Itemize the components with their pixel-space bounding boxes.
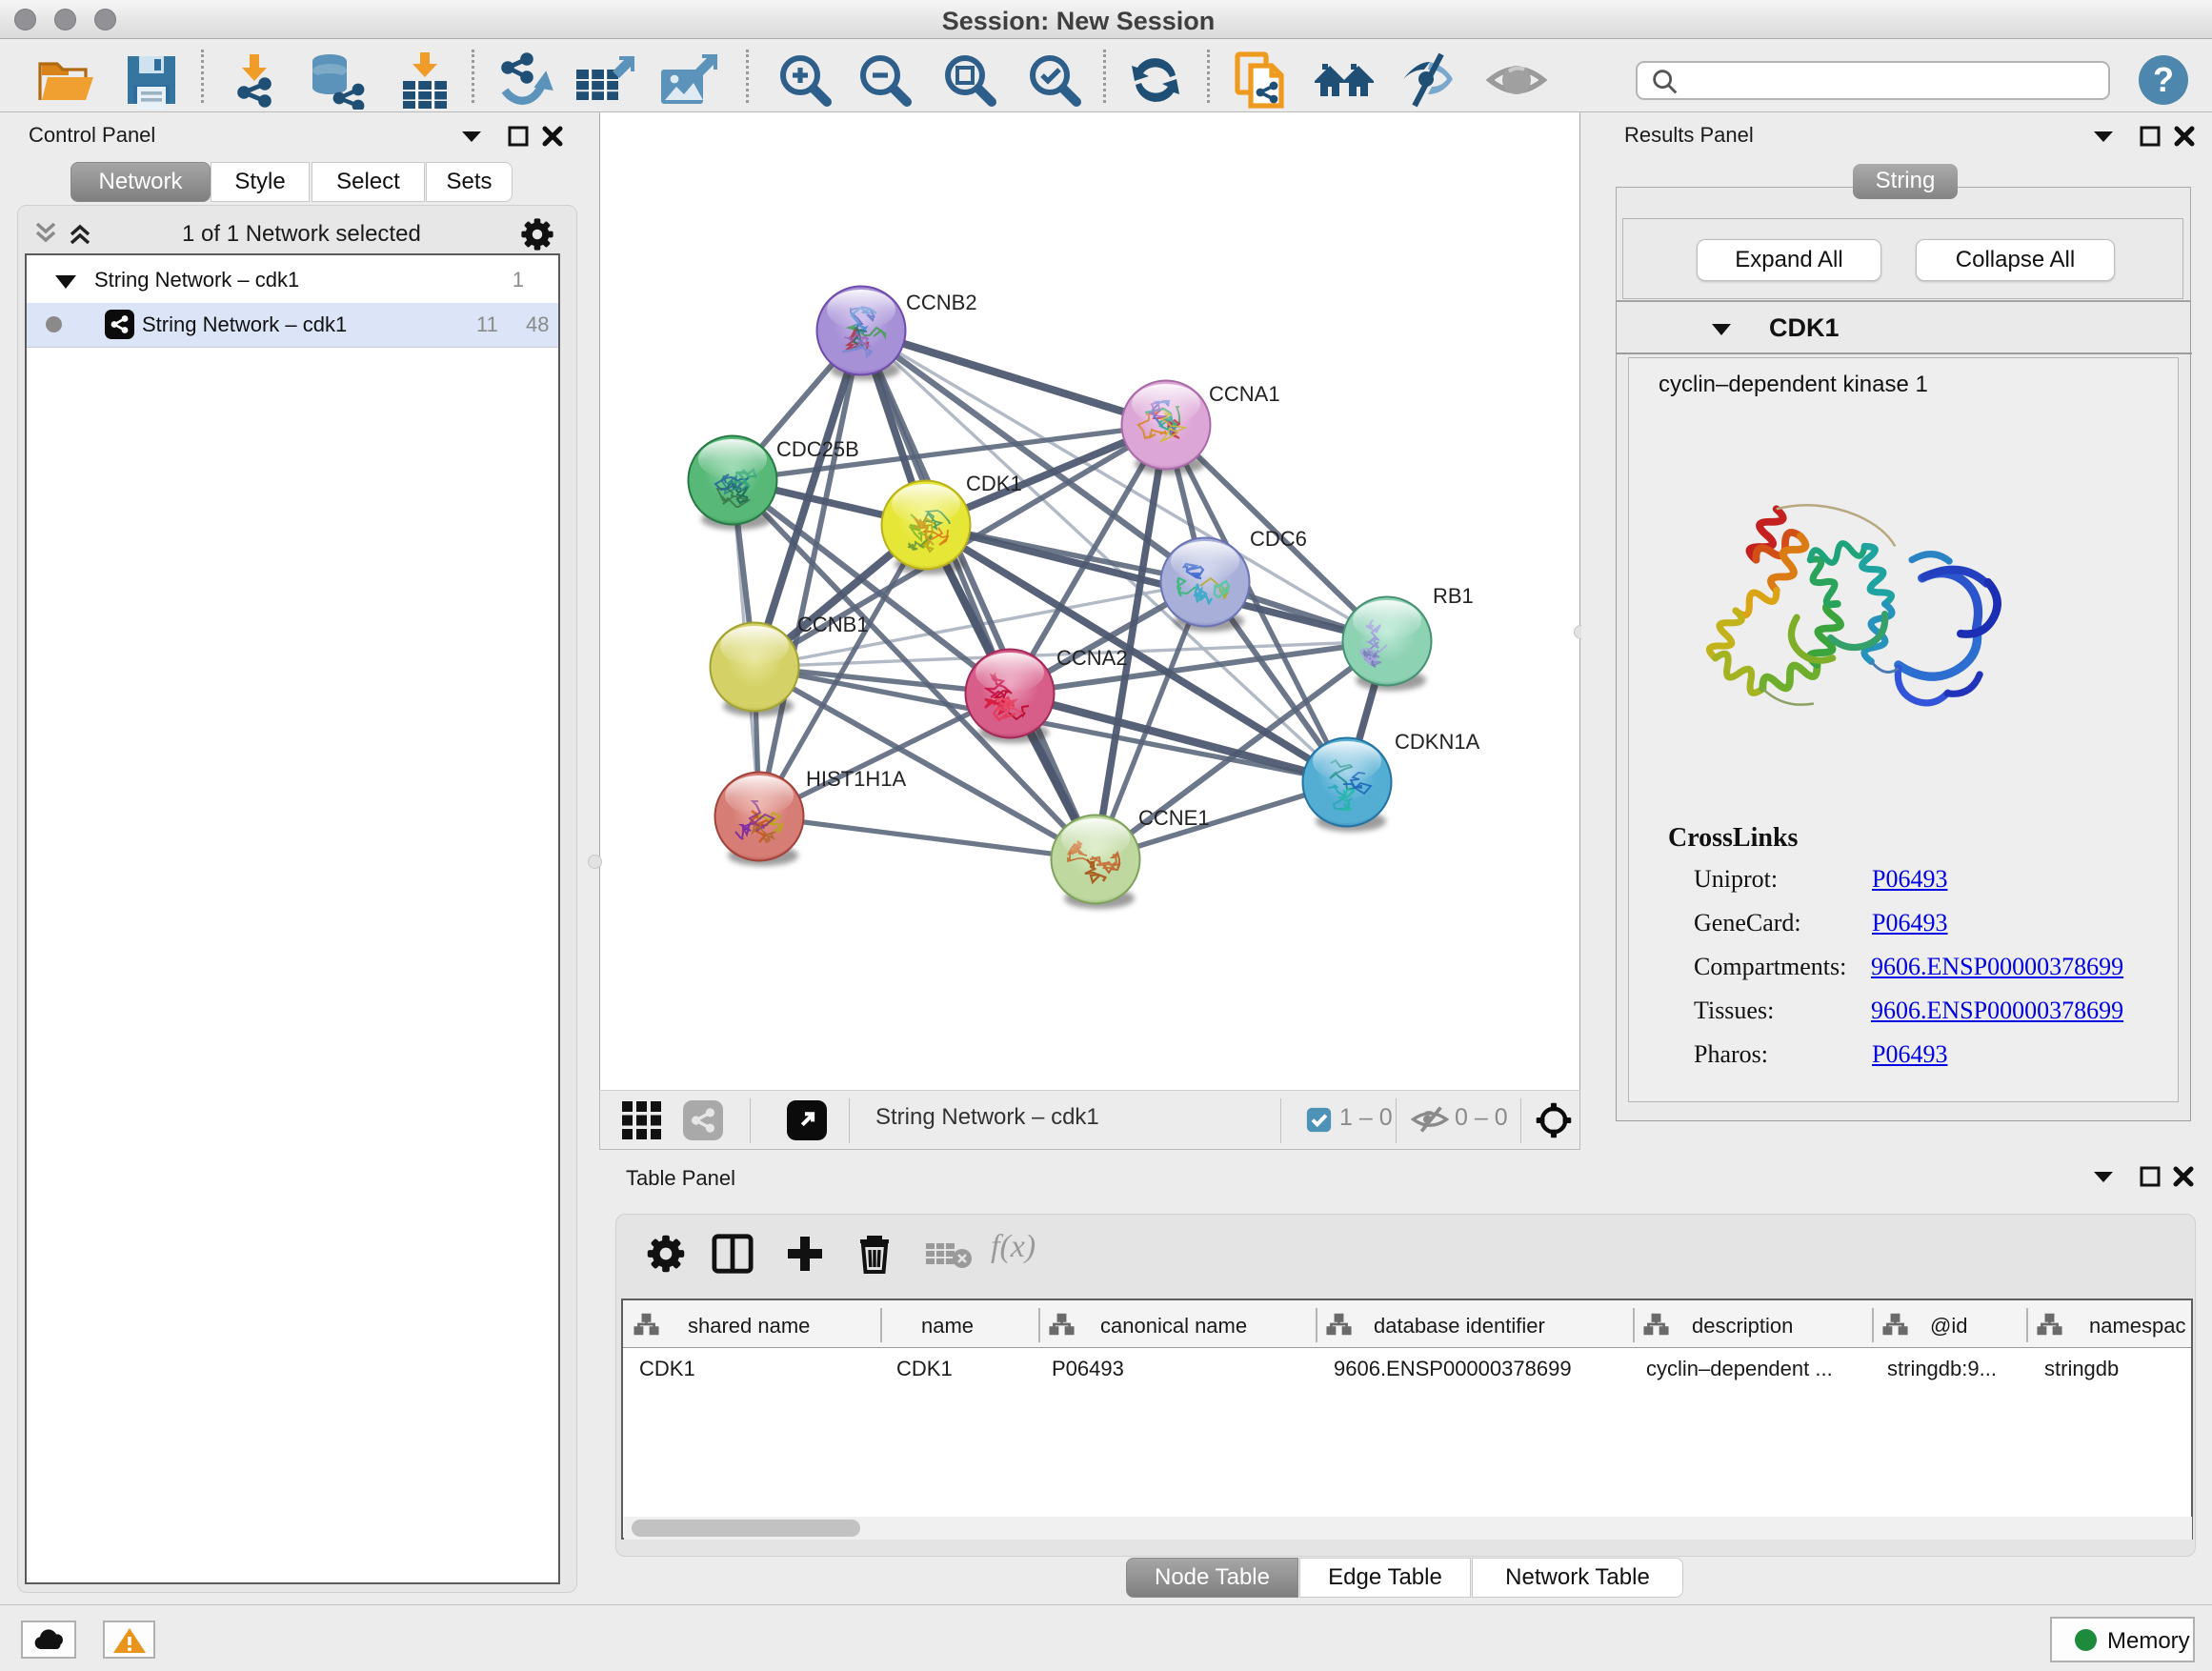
svg-text:CDK1: CDK1 [966, 472, 1022, 495]
svg-text:RB1: RB1 [1433, 584, 1474, 608]
svg-text:CDC6: CDC6 [1250, 527, 1307, 551]
svg-text:CDC25B: CDC25B [776, 437, 859, 461]
svg-text:CCNA1: CCNA1 [1209, 382, 1280, 406]
svg-text:CDKN1A: CDKN1A [1395, 730, 1480, 754]
svg-text:CCNE1: CCNE1 [1138, 806, 1210, 830]
svg-text:HIST1H1A: HIST1H1A [806, 767, 906, 791]
svg-text:CCNA2: CCNA2 [1056, 646, 1128, 670]
svg-text:CCNB1: CCNB1 [797, 613, 869, 636]
svg-text:CCNB2: CCNB2 [906, 291, 977, 314]
svg-text:?: ? [2153, 60, 2174, 99]
